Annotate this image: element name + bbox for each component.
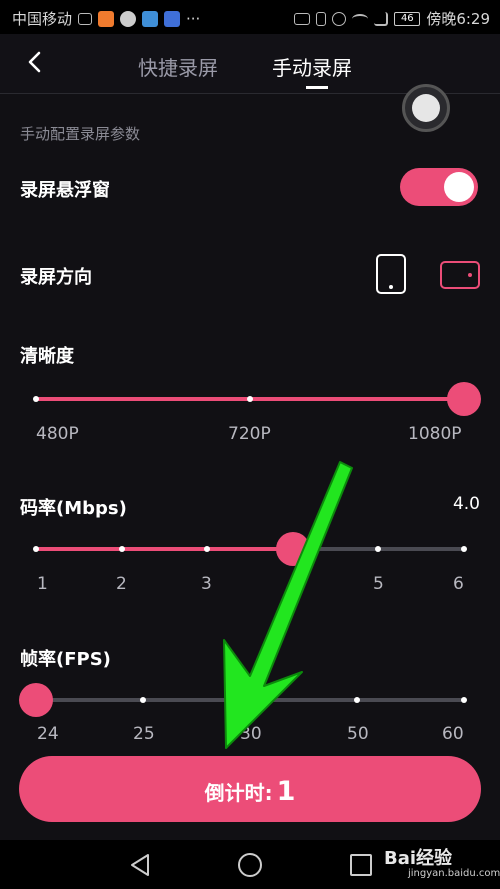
section-label: 手动配置录屏参数 (20, 125, 141, 143)
bitrate-tick: 3 (201, 574, 212, 594)
carrier-label: 中国移动 (12, 10, 73, 28)
floating-window-toggle[interactable] (400, 168, 478, 206)
framerate-tick: 30 (240, 724, 262, 744)
bitrate-slider[interactable] (33, 532, 467, 566)
slider-stop (247, 697, 253, 703)
video-app-icon (98, 10, 115, 27)
countdown-value: 1 (276, 776, 296, 807)
slider-stop (140, 697, 146, 703)
framerate-tick: 24 (37, 724, 59, 744)
framerate-tick: 25 (133, 724, 155, 744)
bitrate-tick: 1 (37, 574, 48, 594)
floating-window-label: 录屏悬浮窗 (20, 180, 110, 201)
resolution-slider-thumb[interactable] (447, 382, 481, 416)
slider-stop (204, 546, 211, 552)
nav-home-icon[interactable] (238, 853, 262, 877)
more-icon: ··· (186, 9, 201, 28)
bitrate-tick: 2 (116, 574, 127, 594)
landscape-orientation-icon[interactable] (440, 261, 480, 289)
signal-icon (374, 11, 389, 26)
resolution-tick: 480P (36, 424, 79, 444)
slider-stop (354, 697, 360, 703)
active-tab-indicator (306, 86, 328, 89)
bitrate-label: 码率(Mbps) (20, 498, 127, 519)
chat-icon (120, 10, 137, 27)
slider-stop (461, 546, 467, 552)
slider-stop (461, 697, 467, 703)
bitrate-tick: 5 (373, 574, 384, 594)
nav-back-icon[interactable] (128, 852, 152, 878)
bitrate-slider-fill (36, 547, 293, 551)
status-bar: 中国移动 ··· 46 傍晚6:29 (0, 0, 500, 34)
framerate-slider-thumb[interactable] (19, 683, 53, 717)
shield-icon (164, 10, 181, 27)
floating-ball[interactable] (402, 84, 450, 132)
wifi-icon (352, 13, 369, 24)
framerate-tick: 60 (442, 724, 464, 744)
resolution-slider[interactable] (33, 382, 481, 416)
framerate-label: 帧率(FPS) (20, 649, 111, 670)
alarm-icon (332, 11, 347, 26)
slider-stop (33, 546, 39, 552)
slider-stop (375, 546, 382, 552)
toggle-knob (444, 172, 474, 202)
watermark-url: jingyan.baidu.com (408, 868, 500, 879)
slider-stop (118, 546, 125, 552)
tab-manual-record[interactable]: 手动录屏 (272, 52, 352, 81)
slider-stop (33, 396, 39, 402)
framerate-slider[interactable] (19, 683, 467, 717)
cast-icon (78, 12, 93, 25)
nav-recent-apps-icon[interactable] (350, 854, 372, 876)
status-time: 傍晚6:29 (426, 10, 490, 28)
resolution-tick: 1080P (408, 424, 462, 444)
bitrate-value: 4.0 (452, 494, 480, 514)
bitrate-slider-thumb[interactable] (275, 532, 310, 566)
countdown-button[interactable]: 倒计时: 1 (19, 756, 481, 822)
tab-quick-record[interactable]: 快捷录屏 (138, 52, 218, 81)
resolution-label: 清晰度 (20, 346, 74, 367)
screencast-icon (294, 12, 311, 25)
orientation-label: 录屏方向 (20, 267, 92, 288)
slider-stop (247, 396, 253, 402)
app-icon (142, 10, 159, 27)
watermark-logo: Bai经验 (384, 848, 453, 869)
portrait-orientation-icon[interactable] (376, 254, 406, 294)
bitrate-tick: 6 (453, 574, 464, 594)
countdown-button-text: 倒计时: 1 (19, 776, 481, 807)
back-arrow-icon[interactable] (22, 48, 50, 76)
vibrate-icon (316, 11, 327, 26)
framerate-tick: 50 (347, 724, 369, 744)
battery-icon: 46 (394, 11, 421, 26)
resolution-tick: 720P (228, 424, 271, 444)
countdown-label: 倒计时: (204, 781, 273, 805)
